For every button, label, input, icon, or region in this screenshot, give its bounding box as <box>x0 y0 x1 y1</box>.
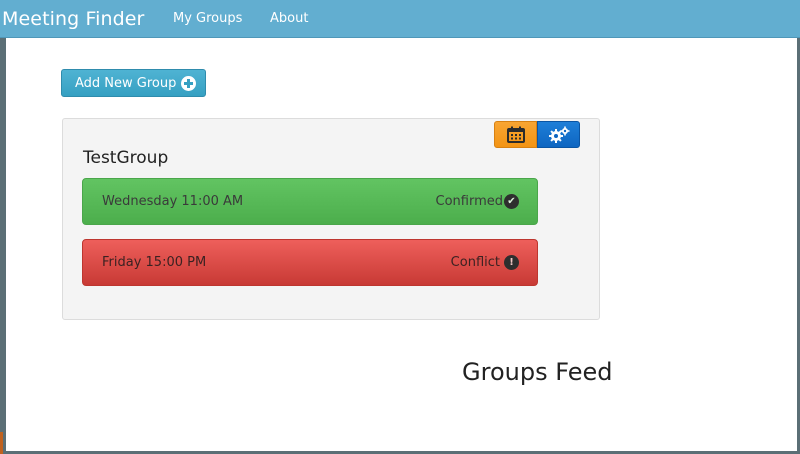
groups-feed-heading: Groups Feed <box>462 358 613 386</box>
brand-title[interactable]: Meeting Finder <box>2 8 144 30</box>
check-circle-icon: ✔ <box>504 194 519 209</box>
window-edge-marker <box>0 432 3 454</box>
calendar-icon <box>506 126 525 143</box>
top-navbar: Meeting Finder My Groups About <box>0 0 800 38</box>
meeting-slot-confirmed[interactable]: Wednesday 11:00 AM Confirmed ✔ <box>82 178 538 225</box>
group-settings-button[interactable] <box>537 121 580 148</box>
calendar-button[interactable] <box>494 121 537 148</box>
exclamation-circle-icon: ! <box>504 255 519 270</box>
slot-status-label: Conflict <box>450 255 500 270</box>
add-new-group-button[interactable]: Add New Group <box>61 69 206 97</box>
plus-circle-icon <box>181 75 197 91</box>
nav-my-groups[interactable]: My Groups <box>173 11 242 26</box>
slot-status-label: Confirmed <box>435 194 504 209</box>
slot-status: Confirmed ✔ <box>435 194 519 209</box>
slot-status: Conflict ! <box>451 255 519 270</box>
group-name[interactable]: TestGroup <box>83 148 168 168</box>
nav-about[interactable]: About <box>270 11 308 26</box>
slot-time: Wednesday 11:00 AM <box>102 194 244 209</box>
add-new-group-label: Add New Group <box>75 75 177 91</box>
meeting-slot-conflict[interactable]: Friday 15:00 PM Conflict ! <box>82 239 538 286</box>
slot-time: Friday 15:00 PM <box>102 255 207 270</box>
gears-icon <box>548 126 569 143</box>
